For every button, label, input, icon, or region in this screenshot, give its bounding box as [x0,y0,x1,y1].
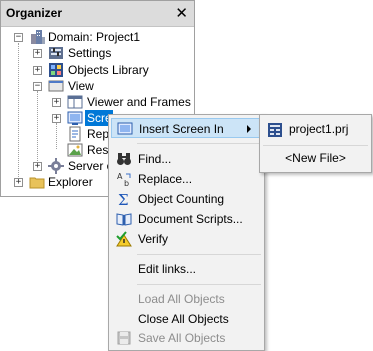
collapse-icon[interactable]: − [14,33,23,42]
menu-item-verify[interactable]: Verify [111,229,262,249]
expand-icon[interactable]: + [33,66,42,75]
submenu-item-label: <New File> [285,151,346,165]
context-menu: Insert Screen In Find... Ab Replace... Σ… [108,114,265,351]
tree-label: View [68,79,94,93]
expand-icon[interactable]: + [33,49,42,58]
tree-label: Settings [68,46,112,60]
svg-text:A: A [117,172,123,181]
save-icon [116,330,132,346]
menu-item-label: Insert Screen In [139,122,224,136]
insert-screen-submenu: project1.prj <New File> [259,114,372,173]
verify-icon [116,231,132,247]
organizer-title: Organizer [6,6,63,20]
view-icon [48,78,64,94]
settings-icon [48,45,64,61]
close-icon[interactable]: ✕ [175,4,188,22]
menu-item-label: Object Counting [138,192,225,206]
screens-icon [67,110,83,126]
tree-item-objects-library[interactable]: + Objects Library [1,62,191,78]
menu-item-label: Close All Objects [138,312,229,326]
expand-icon[interactable]: + [52,114,61,123]
folder-icon [29,174,45,190]
tree-item-view[interactable]: − View [1,78,191,94]
resources-icon [67,142,83,158]
tree-item-domain[interactable]: − Domain: Project1 [1,29,191,45]
menu-item-close-all-objects[interactable]: Close All Objects [111,309,262,329]
server-icon [48,158,64,174]
collapse-icon[interactable]: − [33,82,42,91]
menu-item-save-all-objects[interactable]: Save All Objects [111,328,262,348]
menu-item-label: Replace... [138,172,193,186]
binoculars-icon [116,151,132,167]
menu-item-label: Save All Objects [138,331,226,345]
library-icon [48,62,64,78]
menu-separator [137,284,261,285]
menu-item-label: Document Scripts... [138,212,243,226]
menu-item-find[interactable]: Find... [111,149,262,169]
tree-label: Domain: Project1 [48,30,141,44]
menu-separator [263,145,368,146]
project-file-icon [267,122,283,138]
menu-item-label: Load All Objects [138,292,225,306]
organizer-header: Organizer ✕ [1,1,194,27]
book-icon [116,211,132,227]
frames-icon [67,94,83,110]
menu-item-label: Find... [138,152,172,166]
menu-item-label: Edit links... [138,262,197,276]
submenu-item-project1[interactable]: project1.prj [262,118,369,142]
svg-text:Σ: Σ [118,191,129,207]
tree-label: Objects Library [68,63,149,77]
menu-item-label: Verify [138,232,169,246]
menu-separator [137,254,261,255]
submenu-arrow-icon [247,125,251,133]
menu-item-edit-links[interactable]: Edit links... [111,259,262,279]
menu-separator [137,143,261,144]
submenu-item-new-file[interactable]: <New File> [262,147,369,171]
domain-icon [29,29,45,45]
tree-label: Viewer and Frames [87,95,191,109]
tree-item-viewer-frames[interactable]: + Viewer and Frames [1,94,191,110]
tree-label: Server o [68,159,114,173]
menu-item-object-counting[interactable]: Σ Object Counting [111,189,262,209]
menu-item-insert-screen-in[interactable]: Insert Screen In [111,118,262,138]
expand-icon[interactable]: + [33,162,42,171]
replace-icon: Ab [116,171,132,188]
tree-item-settings[interactable]: + Settings [1,45,191,61]
submenu-item-label: project1.prj [289,122,349,136]
menu-item-load-all-objects[interactable]: Load All Objects [111,289,262,309]
svg-text:b: b [124,179,129,187]
expand-icon[interactable]: + [14,178,23,187]
insert-screen-icon [117,121,133,137]
menu-item-replace[interactable]: Ab Replace... [111,169,262,189]
sigma-icon: Σ [116,191,132,209]
menu-item-document-scripts[interactable]: Document Scripts... [111,209,262,229]
expand-icon[interactable]: + [52,98,61,107]
reports-icon [67,126,83,142]
tree-label: Explorer [48,175,93,189]
